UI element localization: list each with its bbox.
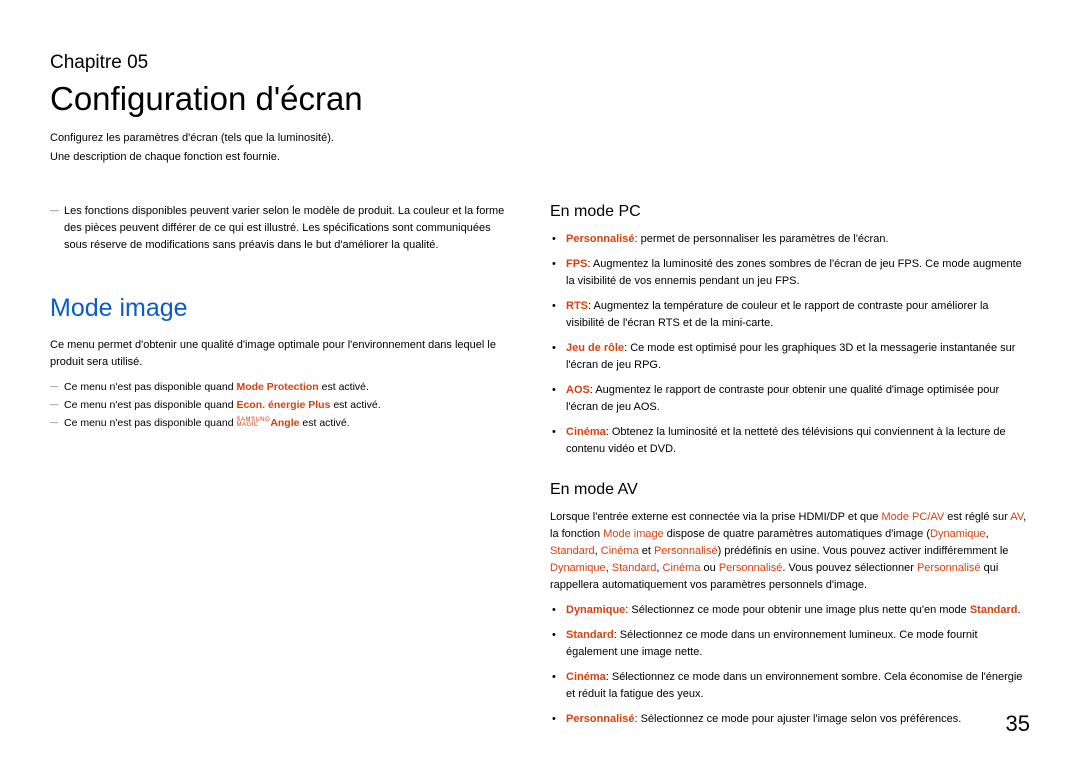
- t: dispose de quatre paramètres automatique…: [664, 528, 930, 540]
- item-text: : Sélectionnez ce mode dans un environne…: [566, 671, 1022, 700]
- note-hl: Angle: [270, 417, 299, 429]
- pc-mode-list: Personnalisé: permet de personnaliser le…: [550, 231, 1030, 459]
- item-text: : Sélectionnez ce mode pour obtenir une …: [625, 604, 970, 616]
- note-hl: Mode Protection: [236, 381, 318, 393]
- note-post: est activé.: [299, 417, 349, 429]
- h: Dynamique: [930, 528, 986, 540]
- item-label: Personnalisé: [566, 233, 634, 245]
- item-label: Dynamique: [566, 604, 625, 616]
- h: Mode image: [603, 528, 664, 540]
- item-text: : Sélectionnez ce mode pour ajuster l'im…: [634, 713, 961, 725]
- h: Cinéma: [663, 562, 701, 574]
- item-text: : permet de personnaliser les paramètres…: [634, 233, 888, 245]
- note-hl: Econ. énergie Plus: [236, 399, 330, 411]
- content-columns: Les fonctions disponibles peuvent varier…: [50, 203, 1030, 736]
- av-mode-heading: En mode AV: [550, 481, 1030, 499]
- item-text: : Obtenez la luminosité et la netteté de…: [566, 426, 1006, 455]
- list-item: Standard: Sélectionnez ce mode dans un e…: [566, 627, 1030, 661]
- h: Standard: [612, 562, 657, 574]
- item-hl2: Standard: [970, 604, 1018, 616]
- h: Standard: [550, 545, 595, 557]
- item-label: Standard: [566, 629, 614, 641]
- note-pre: Ce menu n'est pas disponible quand: [64, 417, 236, 429]
- note-pre: Ce menu n'est pas disponible quand: [64, 381, 236, 393]
- list-item: Personnalisé: permet de personnaliser le…: [566, 231, 1030, 248]
- t: ou: [700, 562, 718, 574]
- left-column: Les fonctions disponibles peuvent varier…: [50, 203, 510, 736]
- t: ) prédéfinis en usine. Vous pouvez activ…: [718, 545, 1009, 557]
- item-text: : Augmentez la luminosité des zones somb…: [566, 258, 1022, 287]
- item-label: RTS: [566, 300, 588, 312]
- item-label: Cinéma: [566, 671, 606, 683]
- h: Personnalisé: [917, 562, 981, 574]
- chapter-desc-2: Une description de chaque fonction est f…: [50, 149, 1030, 166]
- h: AV: [1010, 511, 1023, 523]
- item-label: FPS: [566, 258, 587, 270]
- av-mode-list: Dynamique: Sélectionnez ce mode pour obt…: [550, 602, 1030, 728]
- chapter-desc-1: Configurez les paramètres d'écran (tels …: [50, 130, 1030, 147]
- page-number: 35: [1006, 711, 1030, 737]
- item-label: Cinéma: [566, 426, 606, 438]
- item-text2: .: [1018, 604, 1021, 616]
- t: ,: [986, 528, 989, 540]
- note-mode-protection: Ce menu n'est pas disponible quand Mode …: [50, 379, 510, 397]
- t: est réglé sur: [944, 511, 1010, 523]
- mode-image-heading: Mode image: [50, 294, 510, 323]
- h: Dynamique: [550, 562, 606, 574]
- h: Personnalisé: [719, 562, 783, 574]
- item-text: : Augmentez la température de couleur et…: [566, 300, 989, 329]
- item-text: : Sélectionnez ce mode dans un environne…: [566, 629, 978, 658]
- item-label: AOS: [566, 384, 590, 396]
- item-label: Personnalisé: [566, 713, 634, 725]
- list-item: Dynamique: Sélectionnez ce mode pour obt…: [566, 602, 1030, 619]
- t: . Vous pouvez sélectionner: [782, 562, 917, 574]
- note-magic-angle: Ce menu n'est pas disponible quand SAMSU…: [50, 415, 510, 433]
- h: Cinéma: [601, 545, 639, 557]
- list-item: Jeu de rôle: Ce mode est optimisé pour l…: [566, 340, 1030, 374]
- av-mode-intro: Lorsque l'entrée externe est connectée v…: [550, 509, 1030, 594]
- note-post: est activé.: [330, 399, 380, 411]
- chapter-title: Configuration d'écran: [50, 80, 1030, 118]
- samsung-magic-logo: SAMSUNGMAGIC: [236, 418, 270, 428]
- list-item: FPS: Augmentez la luminosité des zones s…: [566, 256, 1030, 290]
- brand-bot: MAGIC: [236, 423, 270, 428]
- h: Mode PC/AV: [881, 511, 944, 523]
- right-column: En mode PC Personnalisé: permet de perso…: [550, 203, 1030, 736]
- item-label: Jeu de rôle: [566, 342, 624, 354]
- list-item: Cinéma: Sélectionnez ce mode dans un env…: [566, 669, 1030, 703]
- note-pre: Ce menu n'est pas disponible quand: [64, 399, 236, 411]
- list-item: Personnalisé: Sélectionnez ce mode pour …: [566, 711, 1030, 728]
- chapter-label: Chapitre 05: [50, 52, 1030, 74]
- list-item: RTS: Augmentez la température de couleur…: [566, 298, 1030, 332]
- item-text: : Ce mode est optimisé pour les graphiqu…: [566, 342, 1015, 371]
- h: Personnalisé: [654, 545, 718, 557]
- item-text: : Augmentez le rapport de contraste pour…: [566, 384, 999, 413]
- pc-mode-heading: En mode PC: [550, 203, 1030, 221]
- variation-note: Les fonctions disponibles peuvent varier…: [50, 203, 510, 254]
- t: et: [639, 545, 654, 557]
- chapter-header: Chapitre 05 Configuration d'écran Config…: [50, 52, 1030, 165]
- note-econ-energie: Ce menu n'est pas disponible quand Econ.…: [50, 397, 510, 415]
- list-item: Cinéma: Obtenez la luminosité et la nett…: [566, 424, 1030, 458]
- note-post: est activé.: [319, 381, 369, 393]
- list-item: AOS: Augmentez le rapport de contraste p…: [566, 382, 1030, 416]
- t: Lorsque l'entrée externe est connectée v…: [550, 511, 881, 523]
- mode-image-body: Ce menu permet d'obtenir une qualité d'i…: [50, 337, 510, 371]
